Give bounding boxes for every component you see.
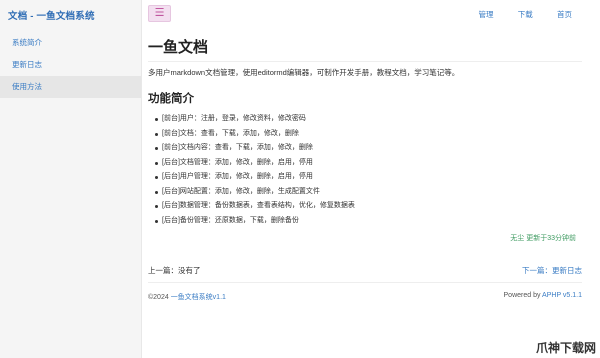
list-item: [后台]文档管理：添加，修改，删除，启用，停用 [155,156,355,171]
list-item: [后台]数据管理：备份数据表，查看表结构，优化，修复数据表 [155,199,355,214]
nav-home-link[interactable]: 首页 [557,10,572,19]
sidebar: 文档 - 一鱼文档系统 系统简介 更新日志 使用方法 [0,0,142,358]
nav-admin-link[interactable]: 管理 [479,10,494,19]
menu-toggle-button[interactable]: ☰ [148,5,171,22]
sidebar-item-usage[interactable]: 使用方法 [0,76,141,98]
watermark: 爪神下载网 [535,341,596,355]
sidebar-item-changelog[interactable]: 更新日志 [0,54,141,76]
main-content: ☰ 管理 下载 首页 一鱼文档 多用户markdown文档管理，使用editor… [141,0,600,358]
sidebar-nav: 系统简介 更新日志 使用方法 [0,32,141,98]
hamburger-icon: ☰ [154,7,165,19]
footer-copyright: ©2024 一鱼文档系统v1.1 [148,292,226,302]
prev-article: 上一篇：没有了 [148,266,201,275]
footer-powered: Powered by APHP v5.1.1 [504,292,582,299]
list-item: [前台]文档：查看，下载，添加，修改，删除 [155,127,355,142]
feature-list: [前台]用户：注册，登录，修改资料，修改密码 [前台]文档：查看，下载，添加，修… [155,112,355,228]
page-title: 一鱼文档 [148,36,582,62]
list-item: [前台]用户：注册，登录，修改资料，修改密码 [155,112,355,127]
site-title[interactable]: 文档 - 一鱼文档系统 [8,8,95,22]
list-item: [后台]用户管理：添加，修改，删除，启用，停用 [155,170,355,185]
updated-info: 无尘 更新于33分钟前 [510,235,576,242]
site-link[interactable]: 一鱼文档系统v1.1 [171,294,226,301]
footer-divider [148,282,582,283]
framework-link[interactable]: APHP v5.1.1 [542,292,582,299]
list-item: [后台]网站配置：添加，修改，删除，生成配置文件 [155,185,355,200]
next-article-link[interactable]: 下一篇：更新日志 [522,265,582,276]
powered-by-text: Powered by [503,292,541,299]
top-nav: 管理 下载 首页 [457,9,572,20]
sidebar-item-intro[interactable]: 系统简介 [0,32,141,54]
nav-download-link[interactable]: 下载 [518,10,533,19]
copyright-text: ©2024 [148,294,169,301]
list-item: [后台]备份管理：还原数据，下载，删除备份 [155,214,355,229]
intro-text: 多用户markdown文档管理，使用editormd编辑器，可制作开发手册，教程… [148,68,460,77]
list-item: [前台]文档内容：查看，下载，添加，修改，删除 [155,141,355,156]
section-heading: 功能简介 [148,93,194,105]
